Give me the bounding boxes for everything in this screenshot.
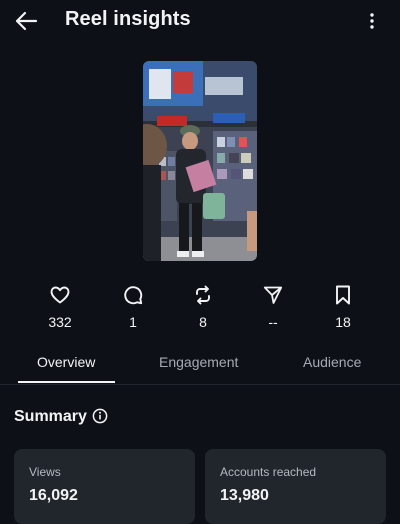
- info-icon[interactable]: [92, 408, 108, 424]
- accounts-reached-value: 13,980: [220, 487, 269, 504]
- likes-count: 332: [48, 314, 72, 330]
- header-bar: Reel insights: [0, 0, 400, 40]
- stat-likes[interactable]: 332: [30, 284, 90, 330]
- repost-icon: [196, 285, 210, 305]
- views-value: 16,092: [29, 487, 78, 504]
- accounts-reached-label: Accounts reached: [220, 465, 317, 479]
- tab-audience[interactable]: Audience: [303, 354, 361, 370]
- stat-saves[interactable]: 18: [313, 284, 373, 330]
- bookmark-icon: [336, 285, 350, 305]
- views-label: Views: [29, 465, 61, 479]
- saves-count: 18: [335, 314, 351, 330]
- heart-icon: [50, 286, 70, 304]
- shares-count: --: [268, 314, 278, 330]
- stat-reposts[interactable]: 8: [173, 284, 233, 330]
- accounts-reached-card[interactable]: Accounts reached 13,980: [205, 449, 386, 524]
- active-tab-indicator: [18, 381, 115, 383]
- more-options-button[interactable]: [362, 9, 382, 33]
- reel-video-thumbnail: [143, 61, 257, 261]
- comments-count: 1: [129, 314, 137, 330]
- page-title: Reel insights: [65, 8, 191, 30]
- send-icon: [263, 286, 283, 304]
- more-vertical-icon: [370, 13, 374, 29]
- reel-thumbnail[interactable]: [143, 61, 257, 261]
- tab-engagement[interactable]: Engagement: [159, 354, 238, 370]
- back-button[interactable]: [12, 8, 40, 34]
- summary-heading: Summary: [14, 408, 87, 425]
- engagement-stats: 332 1 8 -- 18: [0, 284, 400, 334]
- views-card[interactable]: Views 16,092: [14, 449, 195, 524]
- reposts-count: 8: [199, 314, 207, 330]
- stat-shares[interactable]: --: [243, 284, 303, 330]
- comment-icon: [124, 286, 143, 305]
- insights-tabs: Overview Engagement Audience: [0, 344, 400, 385]
- arrow-left-icon: [15, 11, 38, 31]
- stat-comments[interactable]: 1: [103, 284, 163, 330]
- tab-overview[interactable]: Overview: [37, 354, 95, 370]
